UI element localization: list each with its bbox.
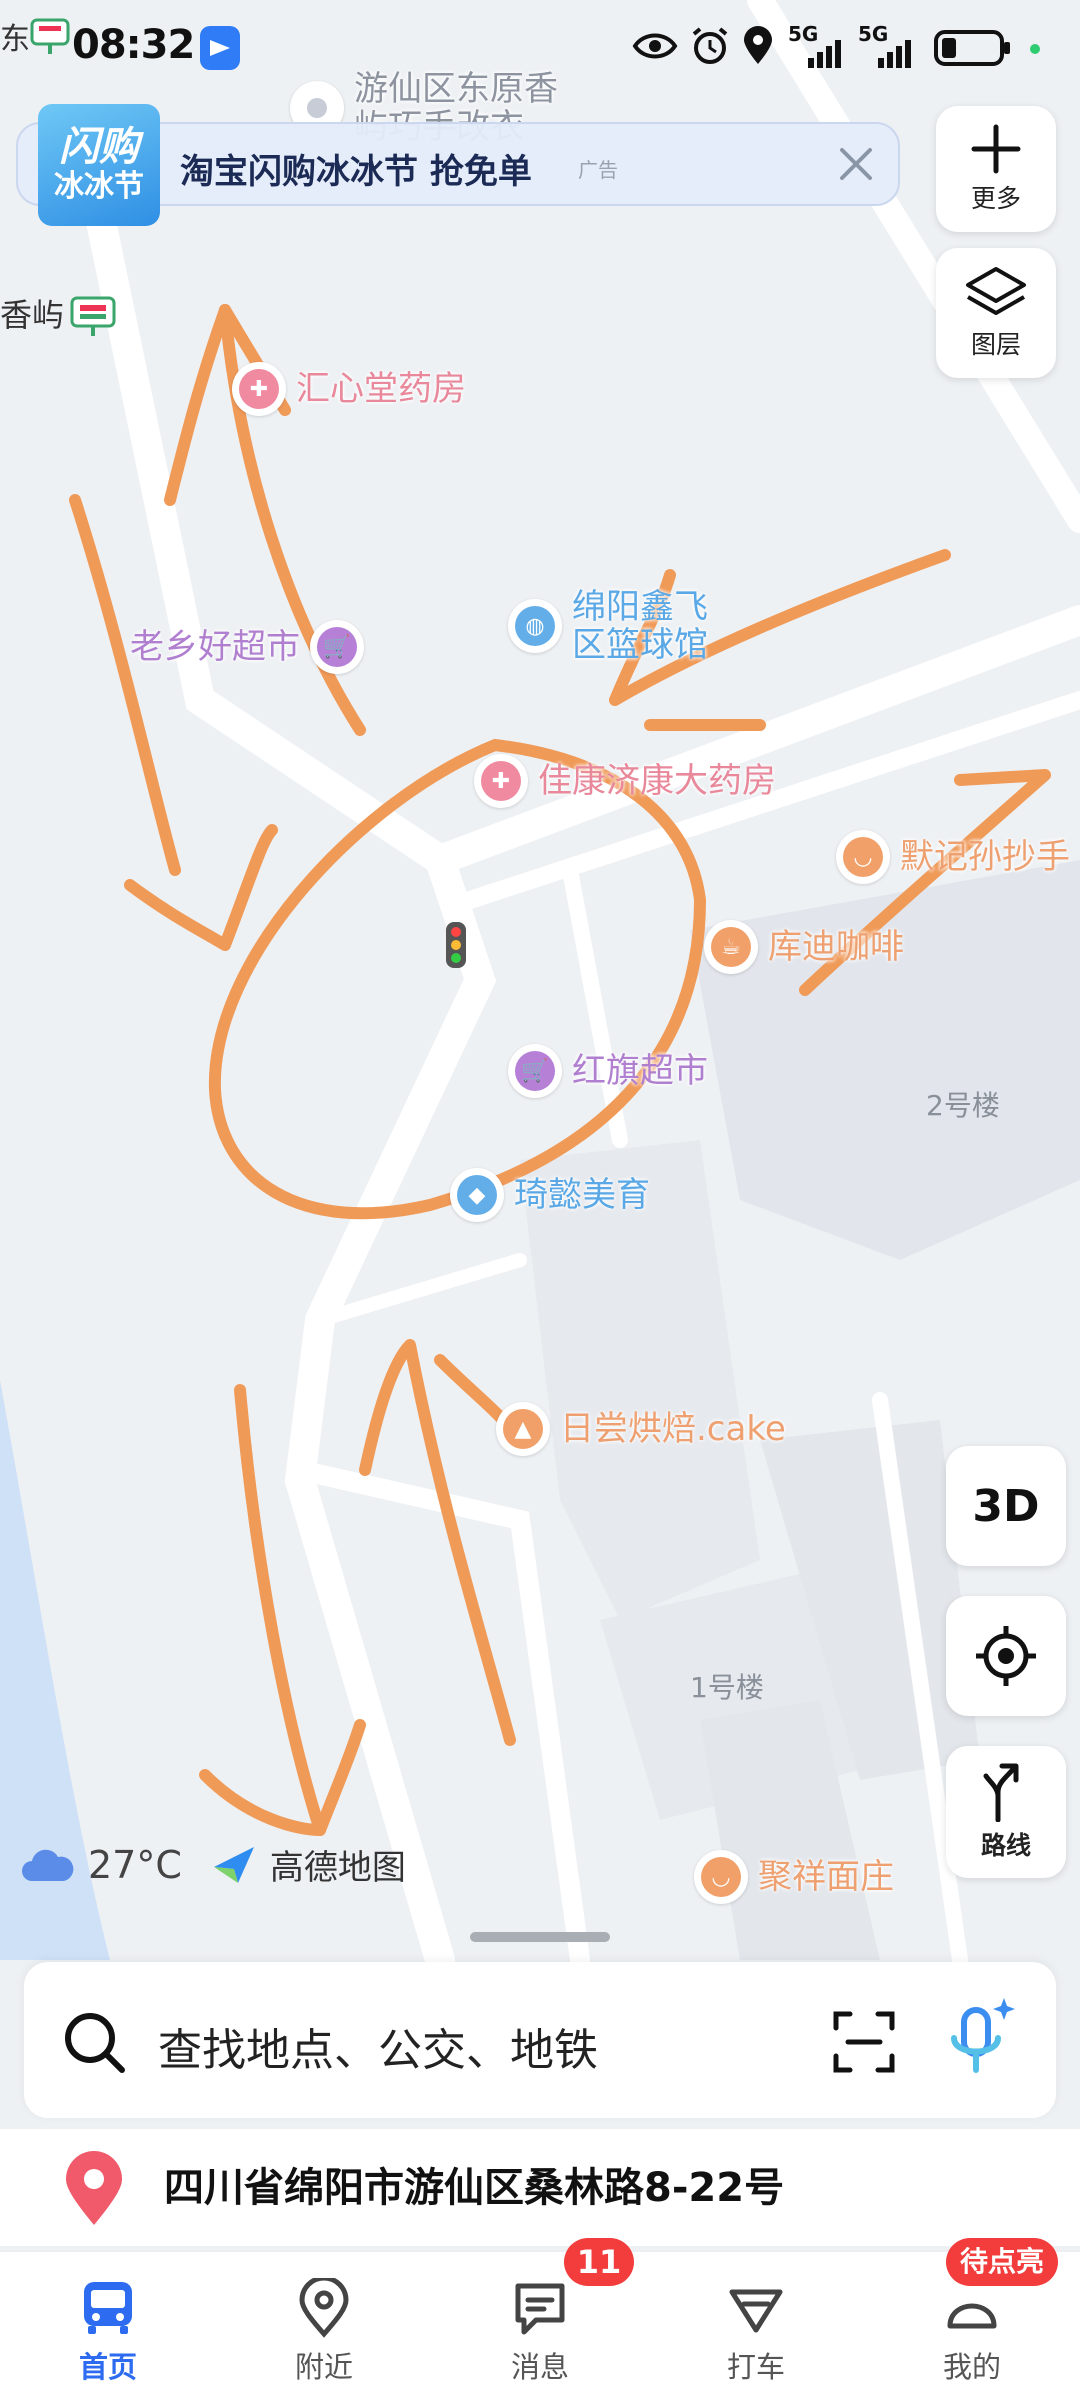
basketball-icon: ◍ xyxy=(508,599,562,653)
battery-icon xyxy=(934,30,1010,66)
3d-label: 3D xyxy=(972,1480,1040,1532)
current-location-row[interactable]: 四川省绵阳市游仙区桑林路8-22号 xyxy=(0,2128,1080,2246)
bowl-icon: ◡ xyxy=(694,1850,748,1904)
tab-nearby[interactable]: 附近 xyxy=(216,2252,432,2400)
bus-icon xyxy=(84,2282,132,2334)
plus-icon xyxy=(971,124,1021,174)
poi-label: 日尝烘焙.cake xyxy=(560,1409,786,1449)
ad-text: 淘宝闪购冰冰节 抢免单 xyxy=(180,152,532,192)
tab-taxi[interactable]: 打车 xyxy=(648,2252,864,2400)
close-icon[interactable] xyxy=(834,142,878,186)
search-icon xyxy=(65,2013,125,2073)
poi-cotti-coffee[interactable]: ☕ 库迪咖啡 xyxy=(704,920,904,974)
profile-icon xyxy=(947,2303,997,2329)
edge-label: 香屿 xyxy=(0,296,65,334)
locate-me-button[interactable] xyxy=(946,1596,1066,1716)
bottom-tab-bar: 首页 附近 消息 11 打车 我的 待点亮 xyxy=(0,2238,1080,2400)
location-share-icon xyxy=(200,26,240,70)
signal-strength-icon xyxy=(808,40,841,68)
poi-label: 红旗超市 xyxy=(572,1051,708,1091)
cake-icon: ▲ xyxy=(496,1402,550,1456)
location-pin-icon xyxy=(299,2278,349,2338)
eye-icon xyxy=(632,33,678,59)
poi-bakery[interactable]: ▲ 日尝烘焙.cake xyxy=(496,1402,786,1456)
amap-logo-icon xyxy=(213,1846,254,1883)
tab-label: 附近 xyxy=(294,2350,353,2384)
clock-time: 08:32 xyxy=(72,22,195,68)
poi-basketball-court[interactable]: ◍ 绵阳鑫飞 区篮球馆 xyxy=(508,588,708,664)
route-button[interactable]: 路线 xyxy=(946,1746,1066,1878)
tab-label: 打车 xyxy=(726,2350,785,2384)
alarm-icon xyxy=(692,27,728,64)
building-label: 2号楼 xyxy=(926,1089,1000,1122)
voice-assistant-icon[interactable] xyxy=(944,1996,1018,2086)
search-bar[interactable]: 查找地点、公交、地铁 xyxy=(24,1962,1056,2118)
education-icon: ◆ xyxy=(450,1168,504,1222)
coffee-cup-icon: ☕ xyxy=(704,920,758,974)
crosshair-icon xyxy=(976,1626,1036,1686)
unread-count-badge: 11 xyxy=(564,2238,634,2286)
route-fork-icon xyxy=(983,1763,1019,1822)
status-bar: 08:32 5G 5G xyxy=(0,0,1080,100)
tab-label: 我的 xyxy=(942,2350,1001,2384)
scan-icon[interactable] xyxy=(832,2010,896,2074)
temperature: 27°C xyxy=(88,1842,182,1887)
poi-label: 琦懿美育 xyxy=(514,1175,650,1215)
cloud-icon xyxy=(22,1849,74,1881)
weather-widget[interactable]: 27°C 高德地图 xyxy=(20,1840,406,1889)
3d-toggle-button[interactable]: 3D xyxy=(946,1446,1066,1566)
message-icon xyxy=(515,2283,565,2335)
poi-noodle-house[interactable]: ◡ 聚祥面庄 xyxy=(694,1850,894,1904)
ad-tag: 广告 xyxy=(578,158,618,182)
signal-strength-icon xyxy=(878,40,911,68)
tab-label: 首页 xyxy=(78,2350,137,2384)
taxi-icon xyxy=(729,2289,783,2333)
map-pin-icon xyxy=(66,2151,122,2225)
shopping-cart-icon: 🛒 xyxy=(508,1044,562,1098)
location-pin-icon xyxy=(744,26,772,64)
pill-icon: ✚ xyxy=(232,362,286,416)
poi-supermarket-hongqi[interactable]: 🛒 红旗超市 xyxy=(508,1044,708,1098)
tab-home[interactable]: 首页 xyxy=(0,2252,216,2400)
map-brand: 高德地图 xyxy=(269,1848,406,1888)
bowl-icon: ◡ xyxy=(836,830,890,884)
shopping-cart-icon: 🛒 xyxy=(310,620,364,674)
traffic-light-icon xyxy=(446,922,466,968)
poi-label: 绵阳鑫飞 区篮球馆 xyxy=(572,587,708,665)
ad-logo-line2: 冰冰节 xyxy=(54,169,144,204)
poi-supermarket-laoxiang[interactable]: 🛒 老乡好超市 xyxy=(130,620,364,674)
bus-stop-icon[interactable] xyxy=(70,296,116,336)
poi-label: 佳康济康大药房 xyxy=(538,761,776,801)
poi-pharmacy-jiakang[interactable]: ✚ 佳康济康大药房 xyxy=(474,754,776,808)
poi-pharmacy-huixintang[interactable]: ✚ 汇心堂药房 xyxy=(232,362,466,416)
ad-logo[interactable]: 闪购 冰冰节 xyxy=(38,104,160,226)
route-label: 路线 xyxy=(980,1831,1031,1860)
poi-label: 库迪咖啡 xyxy=(768,927,904,967)
more-label: 更多 xyxy=(970,184,1021,213)
layers-icon xyxy=(966,267,1026,315)
search-placeholder: 查找地点、公交、地铁 xyxy=(158,2025,598,2076)
ad-logo-line1: 闪购 xyxy=(59,124,139,170)
layers-label: 图层 xyxy=(970,330,1021,359)
pill-icon: ✚ xyxy=(474,754,528,808)
more-button[interactable]: 更多 xyxy=(936,106,1056,232)
poi-art-education[interactable]: ◆ 琦懿美育 xyxy=(450,1168,650,1222)
profile-promo-badge: 待点亮 xyxy=(946,2238,1058,2286)
tab-label: 消息 xyxy=(510,2350,569,2384)
poi-label: 老乡好超市 xyxy=(130,627,300,667)
layers-button[interactable]: 图层 xyxy=(936,248,1056,378)
poi-label: 默记孙抄手 xyxy=(900,837,1070,877)
bus-stop-icon xyxy=(30,18,70,54)
privacy-indicator-dot xyxy=(1030,44,1040,54)
building-label: 1号楼 xyxy=(690,1671,764,1704)
poi-wonton-shop[interactable]: ◡ 默记孙抄手 xyxy=(836,830,1070,884)
poi-label: 聚祥面庄 xyxy=(758,1857,894,1897)
poi-label: 汇心堂药房 xyxy=(296,369,466,409)
current-address: 四川省绵阳市游仙区桑林路8-22号 xyxy=(164,2165,785,2211)
sheet-drag-handle[interactable] xyxy=(470,1932,610,1942)
